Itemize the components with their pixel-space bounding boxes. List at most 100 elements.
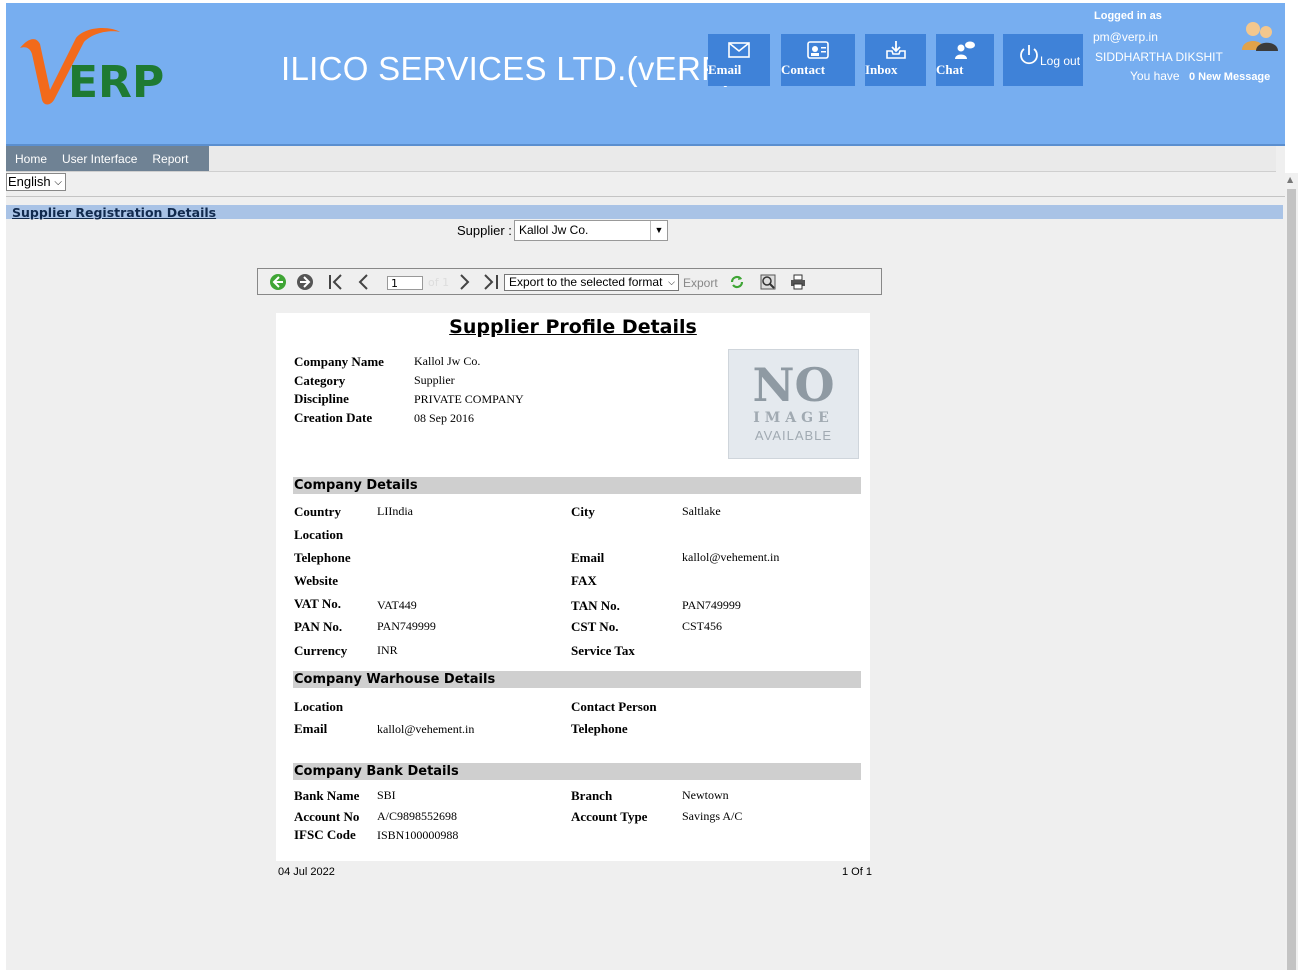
- chevron-down-icon: ⌵: [668, 277, 675, 287]
- warehouse-email-value: kallol@vehement.in: [377, 722, 475, 736]
- warehouse-details-title: Company Warhouse Details: [294, 672, 496, 687]
- email-button-label: Email: [708, 62, 742, 77]
- location-label: Location: [294, 527, 344, 542]
- export-button[interactable]: Export: [683, 276, 718, 290]
- no-image-big-text: NO: [752, 358, 835, 412]
- menu-item-home[interactable]: Home: [15, 152, 47, 166]
- report-footer-date: 04 Jul 2022: [278, 866, 335, 878]
- new-message-link[interactable]: 0 New Message: [1189, 71, 1270, 83]
- language-select[interactable]: English ⌵: [6, 173, 66, 191]
- first-page-icon[interactable]: [327, 273, 345, 291]
- tan-value: PAN749999: [682, 598, 741, 612]
- email-label: Email: [571, 550, 605, 565]
- email-button[interactable]: Email: [708, 34, 770, 86]
- user-email: pm@verp.in: [1093, 30, 1158, 44]
- previous-page-icon[interactable]: [355, 273, 373, 291]
- pan-label: PAN No.: [294, 619, 343, 634]
- last-page-icon[interactable]: [482, 273, 500, 291]
- chat-button[interactable]: Chat: [936, 34, 994, 86]
- warehouse-details-header: Company Warhouse Details: [293, 671, 861, 688]
- report-title: Supplier Profile Details: [449, 316, 697, 338]
- account-type-value: Savings A/C: [682, 809, 743, 823]
- contact-card-icon: [807, 41, 829, 59]
- company-details-header: Company Details: [293, 477, 861, 494]
- branch-value: Newtown: [682, 788, 729, 802]
- creation-date-value: 08 Sep 2016: [414, 411, 474, 425]
- scroll-up-arrow-icon[interactable]: ▲: [1287, 175, 1293, 184]
- supplier-select[interactable]: Kallol Jw Co. ▼: [514, 220, 668, 241]
- dropdown-arrow-icon: ▼: [650, 221, 667, 240]
- refresh-icon[interactable]: [728, 273, 746, 291]
- envelope-icon: [728, 42, 750, 58]
- page-number-input[interactable]: 1: [387, 276, 423, 290]
- company-name-value: Kallol Jw Co.: [414, 354, 481, 368]
- pan-value: PAN749999: [377, 619, 436, 633]
- company-name: ILICO SERVICES LTD.(vERP): [281, 50, 735, 87]
- chat-button-label: Chat: [936, 62, 964, 77]
- logout-button[interactable]: Log out: [1003, 34, 1083, 86]
- supplier-label: Supplier :: [457, 223, 512, 238]
- user-name: SIDDHARTHA DIKSHIT: [1095, 50, 1223, 64]
- no-image-small-text: AVAILABLE: [754, 428, 833, 443]
- ifsc-value: ISBN100000988: [377, 828, 459, 842]
- website-label: Website: [294, 573, 339, 588]
- inbox-button[interactable]: Inbox: [865, 34, 926, 86]
- you-have-label: You have: [1130, 69, 1180, 83]
- creation-date-label: Creation Date: [294, 410, 373, 425]
- bank-details-title: Company Bank Details: [294, 764, 459, 779]
- divider: [6, 196, 1285, 197]
- section-title: Supplier Registration Details: [12, 205, 217, 220]
- supplier-value: Kallol Jw Co.: [519, 223, 589, 237]
- company-details-title: Company Details: [294, 478, 418, 493]
- warehouse-location-label: Location: [294, 699, 344, 714]
- discipline-value: PRIVATE COMPANY: [414, 392, 524, 406]
- contact-button[interactable]: Contact: [781, 34, 855, 86]
- export-format-select[interactable]: Export to the selected format ⌵: [504, 274, 679, 291]
- back-icon[interactable]: [269, 273, 287, 291]
- currency-label: Currency: [294, 643, 348, 658]
- next-page-icon[interactable]: [455, 273, 473, 291]
- ifsc-label: IFSC Code: [294, 827, 356, 842]
- menu-item-report[interactable]: Report: [152, 152, 188, 166]
- page-of-label: of 1: [428, 276, 450, 289]
- vat-value: VAT449: [377, 598, 417, 612]
- forward-icon[interactable]: [296, 273, 314, 291]
- chat-icon: [955, 41, 975, 59]
- users-icon: [1240, 18, 1280, 52]
- inbox-icon: [885, 41, 906, 59]
- account-no-value: A/C9898552698: [377, 809, 458, 823]
- warehouse-telephone-label: Telephone: [571, 721, 628, 736]
- zoom-icon[interactable]: [759, 273, 777, 291]
- account-type-label: Account Type: [571, 809, 648, 824]
- branch-label: Branch: [571, 788, 613, 803]
- logged-in-label: Logged in as: [1094, 10, 1162, 22]
- language-value: English: [8, 174, 51, 189]
- section-title-bar: Supplier Registration Details: [6, 205, 1283, 220]
- logout-button-label: Log out: [1040, 54, 1081, 68]
- category-value: Supplier: [414, 373, 455, 387]
- warehouse-email-label: Email: [294, 721, 328, 736]
- logo-text: ERP: [68, 57, 164, 108]
- verp-logo: ERP: [14, 18, 174, 108]
- no-image-mid-text: IMAGE: [753, 410, 834, 426]
- cst-value: CST456: [682, 619, 723, 633]
- menu-item-user-interface[interactable]: User Interface: [62, 152, 137, 166]
- report-toolbar: 1 of 1 Export to the selected format ⌵ E…: [257, 268, 882, 295]
- print-icon[interactable]: [789, 273, 807, 291]
- telephone-label: Telephone: [294, 550, 351, 565]
- scrollbar-thumb[interactable]: [1287, 189, 1296, 970]
- chevron-down-icon: ⌵: [54, 177, 62, 188]
- main-menu: Home User Interface Report: [6, 146, 209, 171]
- contact-button-label: Contact: [781, 62, 826, 77]
- bank-name-label: Bank Name: [294, 788, 360, 803]
- vat-label: VAT No.: [294, 596, 341, 611]
- city-label: City: [571, 504, 595, 519]
- contact-person-label: Contact Person: [571, 699, 657, 714]
- city-value: Saltlake: [682, 504, 721, 518]
- country-value: LIIndia: [377, 504, 413, 518]
- no-image-placeholder: NO IMAGE AVAILABLE: [728, 349, 859, 459]
- account-no-label: Account No: [294, 809, 360, 824]
- message-status: You have 0 New Message: [1130, 69, 1270, 83]
- service-tax-label: Service Tax: [571, 643, 635, 658]
- bank-name-value: SBI: [377, 788, 396, 802]
